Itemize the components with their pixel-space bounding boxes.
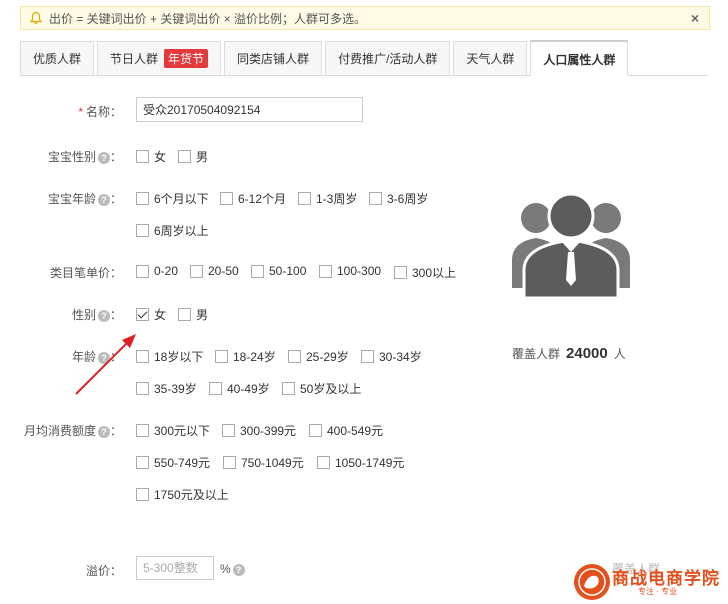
tab-weather-crowd[interactable]: 天气人群: [453, 41, 528, 75]
age-option[interactable]: 18-24岁: [215, 348, 276, 365]
gender-label: 性别?：: [71, 308, 122, 322]
monthly-spend-option[interactable]: 1750元及以上: [136, 486, 229, 503]
gender-male-checkbox[interactable]: 男: [178, 306, 208, 323]
age-option[interactable]: 18岁以下: [136, 348, 203, 365]
baby-age-option[interactable]: 6-12个月: [220, 190, 286, 207]
monthly-spend-option[interactable]: 300元以下: [136, 422, 210, 439]
tab-paid-activity-crowd[interactable]: 付费推广/活动人群: [325, 41, 451, 75]
monthly-spend-option[interactable]: 400-549元: [309, 422, 383, 439]
help-icon[interactable]: ?: [232, 563, 245, 576]
name-label: * 名称：: [78, 105, 122, 119]
tab-demographic-crowd[interactable]: 人口属性人群: [530, 40, 629, 76]
tab-holiday-crowd[interactable]: 节日人群 年货节: [97, 41, 222, 75]
required-mark: *: [78, 105, 83, 119]
help-icon[interactable]: ?: [97, 309, 110, 322]
premium-input[interactable]: [136, 556, 214, 580]
baby-age-label: 宝宝年龄?：: [47, 192, 122, 206]
baby-gender-male-checkbox[interactable]: 男: [178, 148, 208, 165]
age-option[interactable]: 40-49岁: [209, 380, 270, 397]
tab-bar: 优质人群 节日人群 年货节 同类店铺人群 付费推广/活动人群 天气人群 人口属性人…: [20, 40, 708, 76]
age-option[interactable]: 50岁及以上: [282, 380, 361, 397]
help-icon[interactable]: ?: [97, 193, 110, 206]
baby-age-option[interactable]: 6周岁以上: [136, 222, 209, 239]
monthly-spend-option[interactable]: 550-749元: [136, 454, 210, 471]
watermark-logo: 商战电商学院 专注 · 专业: [568, 558, 728, 604]
monthly-spend-option[interactable]: 750-1049元: [223, 454, 304, 471]
help-icon[interactable]: ?: [97, 151, 110, 164]
percent-unit: %?: [220, 562, 245, 576]
age-option[interactable]: 25-29岁: [288, 348, 349, 365]
tab-similar-shop-crowd[interactable]: 同类店铺人群: [224, 41, 323, 75]
category-price-option[interactable]: 0-20: [136, 264, 178, 278]
baby-gender-female-checkbox[interactable]: 女: [136, 148, 166, 165]
coverage-count: 覆盖人群 24000 人: [512, 345, 626, 362]
crowd-icon: [512, 192, 630, 298]
checkmark-icon: [136, 308, 149, 321]
baby-age-option[interactable]: 6个月以下: [136, 190, 209, 207]
age-option[interactable]: 35-39岁: [136, 380, 197, 397]
category-price-option[interactable]: 300以上: [394, 264, 456, 281]
name-input[interactable]: [136, 97, 363, 122]
category-price-option[interactable]: 50-100: [251, 264, 306, 278]
baby-gender-label: 宝宝性别?：: [47, 150, 122, 164]
category-price-label: 类目笔单价：: [49, 266, 122, 280]
bell-icon: [29, 11, 43, 24]
help-icon[interactable]: ?: [97, 425, 110, 438]
tab-quality-crowd[interactable]: 优质人群: [20, 41, 95, 75]
annotation-arrow: [75, 334, 136, 395]
monthly-spend-option[interactable]: 1050-1749元: [317, 454, 404, 471]
notice-text: 出价 = 关键词出价 + 关键词出价 × 溢价比例；人群可多选。: [49, 11, 367, 26]
logo-emblem-icon: [574, 564, 610, 600]
notice-bar: 出价 = 关键词出价 + 关键词出价 × 溢价比例；人群可多选。 ×: [20, 6, 710, 30]
close-icon[interactable]: ×: [691, 10, 699, 26]
category-price-option[interactable]: 20-50: [190, 264, 239, 278]
gender-female-checkbox[interactable]: 女: [136, 306, 166, 323]
baby-age-option[interactable]: 1-3周岁: [298, 190, 357, 207]
monthly-spend-label: 月均消费额度?：: [23, 424, 122, 438]
monthly-spend-option[interactable]: 300-399元: [222, 422, 296, 439]
holiday-badge: 年货节: [164, 49, 209, 68]
premium-label: 溢价：: [85, 564, 122, 578]
age-option[interactable]: 30-34岁: [361, 348, 422, 365]
category-price-option[interactable]: 100-300: [319, 264, 381, 278]
logo-subtext: 专注 · 专业: [638, 587, 678, 596]
baby-age-option[interactable]: 3-6周岁: [369, 190, 428, 207]
